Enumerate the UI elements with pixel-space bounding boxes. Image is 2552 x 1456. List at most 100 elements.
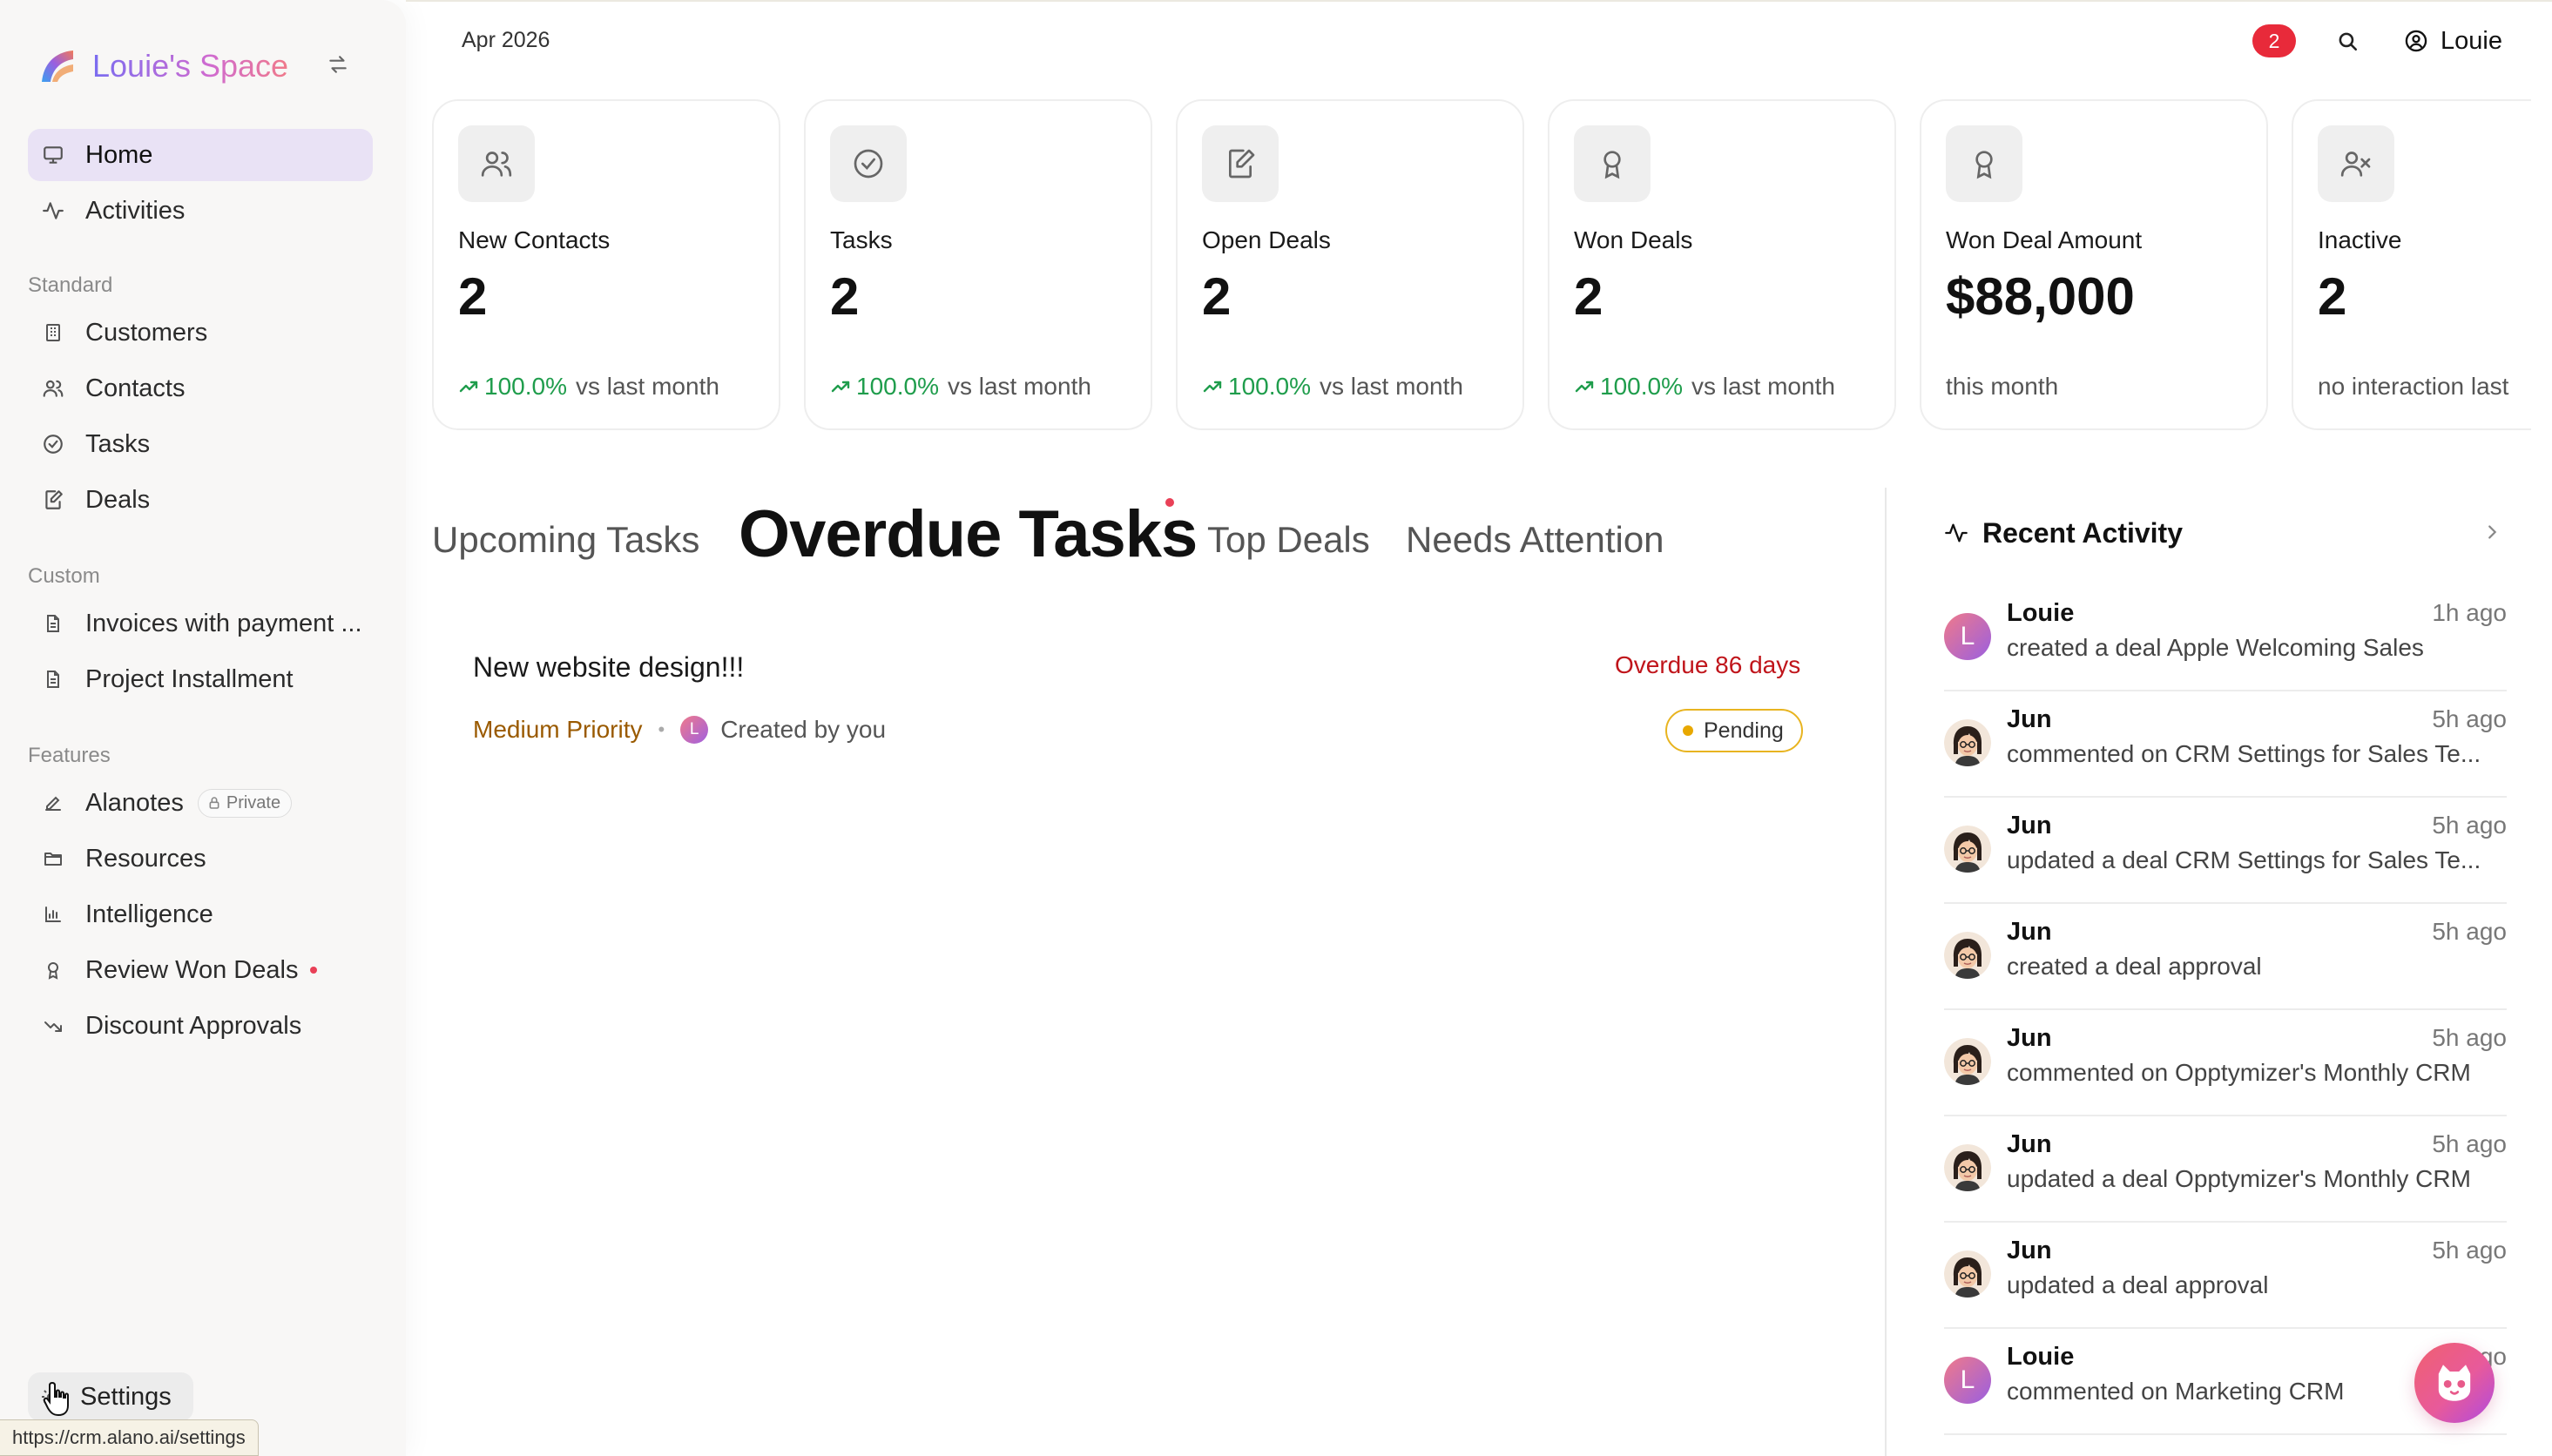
- sidebar-item-deals[interactable]: Deals: [28, 474, 373, 526]
- trend-up-icon: [1203, 381, 1222, 393]
- document-icon: [40, 610, 66, 637]
- card-footer: 100.0% vs last month: [458, 373, 719, 401]
- task-overdue-label: Overdue 86 days: [1615, 651, 1801, 678]
- card-value: 2: [1202, 267, 1232, 326]
- activity-timestamp: 1h ago: [2432, 599, 2507, 626]
- brand-logo-icon: [42, 51, 73, 82]
- sidebar-item-discount-approvals[interactable]: Discount Approvals: [28, 1000, 373, 1052]
- card-value: 2: [2318, 267, 2347, 326]
- stat-card-tasks[interactable]: Tasks 2 100.0% vs last month: [804, 99, 1152, 430]
- sidebar-item-alanotes[interactable]: Alanotes Private: [28, 777, 373, 829]
- header-date: Apr 2026: [462, 28, 550, 52]
- trend-up-icon: [1575, 381, 1594, 393]
- status-badge[interactable]: Pending: [1665, 709, 1803, 752]
- card-label: Inactive: [2318, 226, 2402, 253]
- stat-card-inactive[interactable]: Inactive 2 no interaction last: [2292, 99, 2531, 430]
- activity-timestamp: 5h ago: [2432, 1024, 2507, 1051]
- hand-cursor-icon: [43, 1381, 69, 1417]
- tab-top-deals[interactable]: Top Deals: [1207, 519, 1370, 561]
- building-icon: [40, 320, 66, 346]
- trend-up: 100.0%: [458, 373, 567, 401]
- activity-item[interactable]: Jun 5h ago created a deal approval: [1944, 904, 2507, 1010]
- card-label: Open Deals: [1202, 226, 1331, 253]
- monitor-icon: [40, 142, 66, 168]
- activity-item[interactable]: Jun 5h ago updated a deal CRM Settings for…: [1944, 798, 2507, 904]
- tab-upcoming-tasks[interactable]: Upcoming Tasks: [432, 519, 699, 561]
- trend-up-icon: [459, 381, 478, 393]
- activity-timestamp: 5h ago: [2432, 918, 2507, 945]
- notification-badge[interactable]: 2: [2252, 24, 2296, 57]
- sidebar-item-review-won-deals[interactable]: Review Won Deals: [28, 944, 373, 996]
- trend-up: 100.0%: [830, 373, 939, 401]
- card-value: $88,000: [1946, 267, 2135, 326]
- stat-card-open-deals[interactable]: Open Deals 2 100.0% vs last month: [1176, 99, 1524, 430]
- card-footer: 100.0% vs last month: [1574, 373, 1835, 401]
- sidebar-item-resources[interactable]: Resources: [28, 832, 373, 885]
- avatar: [1944, 1144, 1991, 1191]
- sidebar-item-label: Intelligence: [85, 900, 213, 928]
- section-label-features: Features: [28, 744, 111, 767]
- sidebar-item-home[interactable]: Home: [28, 129, 373, 181]
- cat-face-icon: [2438, 1365, 2471, 1401]
- activity-item[interactable]: Jun 5h ago commented on Opptymizer's Month…: [1944, 1010, 2507, 1116]
- activity-timestamp: 5h ago: [2432, 705, 2507, 732]
- activity-item[interactable]: Jun 5h ago updated a deal approval: [1944, 1223, 2507, 1329]
- sidebar-item-label: Resources: [85, 844, 206, 873]
- activity-timestamp: 5h ago: [2432, 1237, 2507, 1264]
- lock-icon: [209, 797, 219, 809]
- activity-description: commented on CRM Settings for Sales Te..…: [2007, 740, 2481, 767]
- stat-card-new-contacts[interactable]: New Contacts 2 100.0% vs last month: [432, 99, 780, 430]
- activity-user-name: Jun: [2007, 918, 2052, 946]
- collapse-sidebar-icon[interactable]: [324, 51, 352, 78]
- sidebar-item-label: Review Won Deals: [85, 955, 299, 984]
- activity-item[interactable]: Jun 5h ago updated a deal Opptymizer's Mon…: [1944, 1116, 2507, 1223]
- card-footer: 100.0% vs last month: [1202, 373, 1463, 401]
- sidebar-item-invoices[interactable]: Invoices with payment ...: [28, 597, 373, 650]
- tab-overdue-tasks[interactable]: Overdue Tasks: [739, 496, 1198, 572]
- sidebar-item-label: Activities: [85, 196, 186, 225]
- edit-document-icon: [1202, 125, 1279, 202]
- users-icon: [458, 125, 535, 202]
- task-priority: Medium Priority: [473, 716, 643, 743]
- chevron-right-icon[interactable]: [2479, 519, 2505, 545]
- document-icon: [40, 666, 66, 692]
- tab-needs-attention[interactable]: Needs Attention: [1406, 519, 1664, 561]
- sidebar-item-tasks[interactable]: Tasks: [28, 418, 373, 470]
- search-icon[interactable]: [2333, 26, 2362, 56]
- activity-user-name: Louie: [2007, 599, 2075, 627]
- sidebar-item-contacts[interactable]: Contacts: [28, 362, 373, 415]
- task-title[interactable]: New website design!!!: [473, 651, 744, 684]
- tab-notification-dot: [1165, 498, 1174, 507]
- card-label: Won Deals: [1574, 226, 1693, 253]
- card-label: Tasks: [830, 226, 893, 253]
- bar-chart-icon: [40, 901, 66, 927]
- stat-card-won-deals[interactable]: Won Deals 2 100.0% vs last month: [1548, 99, 1896, 430]
- avatar: [1944, 719, 1991, 766]
- sidebar-item-customers[interactable]: Customers: [28, 307, 373, 359]
- card-value: 2: [458, 267, 488, 326]
- sidebar-item-project-installment[interactable]: Project Installment: [28, 653, 373, 705]
- sidebar-item-intelligence[interactable]: Intelligence: [28, 888, 373, 940]
- users-icon: [40, 375, 66, 401]
- brand[interactable]: Louie's Space: [38, 44, 288, 89]
- activity-user-name: Jun: [2007, 1130, 2052, 1158]
- activity-user-name: Jun: [2007, 1024, 2052, 1052]
- award-icon: [1946, 125, 2022, 202]
- stat-card-won-deal-amount[interactable]: Won Deal Amount $88,000 this month: [1920, 99, 2268, 430]
- activity-item[interactable]: L Louie 1h ago created a deal Apple Welcomi…: [1944, 585, 2507, 691]
- status-dot: [1683, 725, 1693, 736]
- activity-icon: [40, 198, 66, 224]
- user-name: Louie: [2441, 26, 2502, 55]
- private-badge: Private: [197, 788, 293, 818]
- activity-timestamp: 5h ago: [2432, 812, 2507, 839]
- activity-item[interactable]: Jun 5h ago commented on CRM Settings for S…: [1944, 691, 2507, 798]
- sidebar-item-label: Deals: [85, 485, 151, 514]
- user-menu[interactable]: Louie: [2404, 23, 2502, 59]
- sidebar-item-label: Tasks: [85, 429, 151, 458]
- activity-user-name: Jun: [2007, 812, 2052, 839]
- sidebar-item-activities[interactable]: Activities: [28, 185, 373, 237]
- assistant-button[interactable]: [2414, 1343, 2495, 1423]
- sidebar-item-label: Home: [85, 140, 153, 169]
- sidebar-item-label: Discount Approvals: [85, 1011, 302, 1040]
- task-meta: Medium Priority • L Created by you: [473, 712, 886, 747]
